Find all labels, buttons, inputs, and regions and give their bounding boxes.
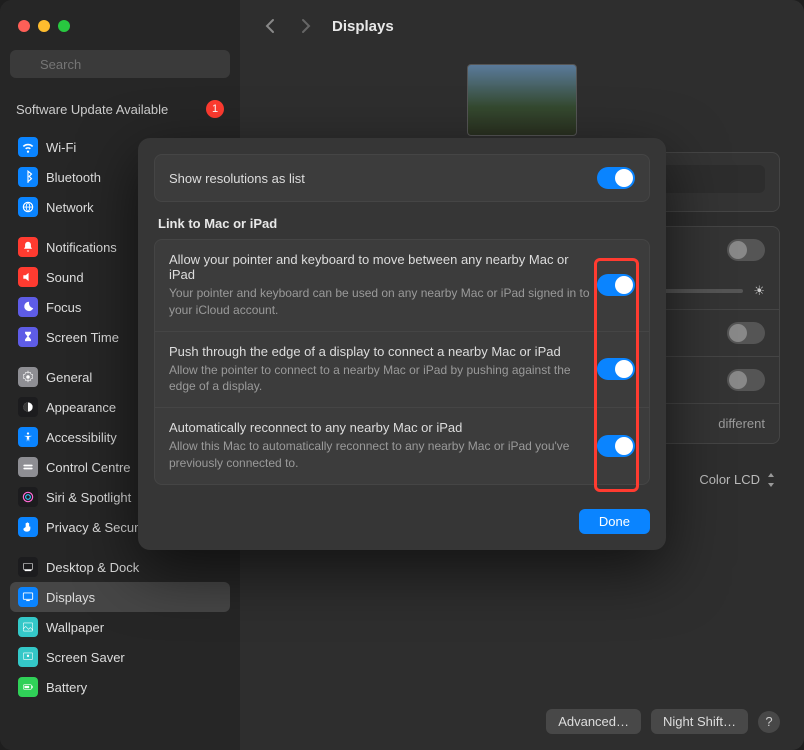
hand-icon [18, 517, 38, 537]
universal-control-toggle[interactable] [597, 274, 635, 296]
sidebar-item-label: Wallpaper [46, 620, 104, 635]
sidebar-item-label: Accessibility [46, 430, 117, 445]
show-resolutions-toggle[interactable] [597, 167, 635, 189]
sidebar-item-label: Privacy & Security [46, 520, 151, 535]
sidebar-item-desktop-dock[interactable]: Desktop & Dock [10, 552, 230, 582]
advanced-displays-sheet: Show resolutions as list Link to Mac or … [138, 138, 666, 550]
sidebar-item-displays[interactable]: Displays [10, 582, 230, 612]
sidebar-item-label: Notifications [46, 240, 117, 255]
push-edge-toggle[interactable] [597, 358, 635, 380]
night-shift-button[interactable]: Night Shift… [651, 709, 748, 734]
snd-icon [18, 267, 38, 287]
link-panel: Allow your pointer and keyboard to move … [154, 239, 650, 485]
moon-icon [18, 297, 38, 317]
sidebar-item-label: Focus [46, 300, 81, 315]
page-title: Displays [332, 18, 394, 35]
siri-icon [18, 487, 38, 507]
universal-control-row: Allow your pointer and keyboard to move … [155, 240, 649, 331]
advanced-button[interactable]: Advanced… [546, 709, 641, 734]
hg-icon [18, 327, 38, 347]
brightness-high-icon: ☀ [753, 283, 765, 299]
search-field-wrap [10, 50, 230, 92]
gear-icon [18, 367, 38, 387]
software-update-banner[interactable]: Software Update Available 1 [10, 94, 230, 130]
sidebar-item-label: Wi-Fi [46, 140, 76, 155]
display-preview[interactable] [467, 64, 577, 136]
auto-reconnect-toggle[interactable] [597, 435, 635, 457]
push-edge-title: Push through the edge of a display to co… [169, 344, 597, 359]
link-section-title: Link to Mac or iPad [158, 216, 646, 231]
toggle-bg-3[interactable] [727, 369, 765, 391]
search-input[interactable] [10, 50, 230, 78]
header: Displays [240, 0, 804, 52]
acc-icon [18, 427, 38, 447]
bell-icon [18, 237, 38, 257]
software-update-badge: 1 [206, 100, 224, 118]
sidebar-item-battery[interactable]: Battery [10, 672, 230, 702]
net-icon [18, 197, 38, 217]
bat-icon [18, 677, 38, 697]
disp-icon [18, 587, 38, 607]
sidebar-item-label: Bluetooth [46, 170, 101, 185]
auto-reconnect-title: Automatically reconnect to any nearby Ma… [169, 420, 597, 435]
sidebar-item-label: General [46, 370, 92, 385]
system-settings-window: Software Update Available 1 Wi-Fi Bluetoo… [0, 0, 804, 750]
sidebar-item-label: Battery [46, 680, 87, 695]
zoom-button[interactable] [58, 20, 70, 32]
show-resolutions-label: Show resolutions as list [169, 171, 597, 186]
auto-reconnect-row: Automatically reconnect to any nearby Ma… [155, 407, 649, 484]
sidebar-item-label: Siri & Spotlight [46, 490, 131, 505]
back-button[interactable] [260, 16, 280, 36]
sidebar-item-label: Control Centre [46, 460, 131, 475]
sidebar-item-label: Appearance [46, 400, 116, 415]
push-edge-row: Push through the edge of a display to co… [155, 331, 649, 408]
universal-control-title: Allow your pointer and keyboard to move … [169, 252, 597, 282]
sidebar-item-label: Sound [46, 270, 84, 285]
footer-buttons: Advanced… Night Shift… ? [546, 709, 780, 734]
universal-control-desc: Your pointer and keyboard can be used on… [169, 285, 597, 319]
window-controls [18, 20, 70, 32]
bg-different-text: different [718, 416, 765, 431]
push-edge-desc: Allow the pointer to connect to a nearby… [169, 362, 597, 396]
help-button[interactable]: ? [758, 711, 780, 733]
auto-reconnect-desc: Allow this Mac to automatically reconnec… [169, 438, 597, 472]
cc-icon [18, 457, 38, 477]
colour-profile-value[interactable]: Color LCD [699, 472, 776, 487]
updown-icon [766, 473, 776, 487]
close-button[interactable] [18, 20, 30, 32]
minimize-button[interactable] [38, 20, 50, 32]
app-icon [18, 397, 38, 417]
sidebar-item-label: Displays [46, 590, 95, 605]
dock-icon [18, 557, 38, 577]
ss-icon [18, 647, 38, 667]
forward-button[interactable] [296, 16, 316, 36]
toggle-bg-1[interactable] [727, 239, 765, 261]
wall-icon [18, 617, 38, 637]
wifi-icon [18, 137, 38, 157]
sidebar-item-label: Screen Saver [46, 650, 125, 665]
done-button[interactable]: Done [579, 509, 650, 534]
toggle-bg-2[interactable] [727, 322, 765, 344]
sidebar-item-label: Screen Time [46, 330, 119, 345]
sidebar-item-label: Network [46, 200, 94, 215]
sidebar-item-label: Desktop & Dock [46, 560, 139, 575]
sidebar-item-screen-saver[interactable]: Screen Saver [10, 642, 230, 672]
bt-icon [18, 167, 38, 187]
software-update-label: Software Update Available [16, 102, 168, 117]
sidebar-item-wallpaper[interactable]: Wallpaper [10, 612, 230, 642]
show-resolutions-row: Show resolutions as list [155, 155, 649, 201]
